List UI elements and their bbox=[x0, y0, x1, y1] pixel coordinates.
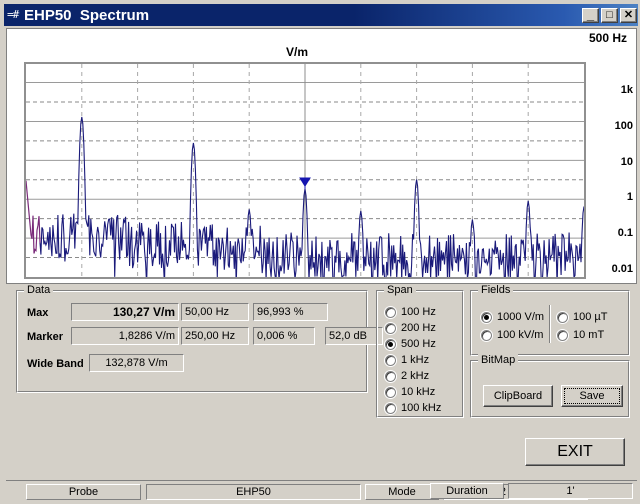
radio-icon bbox=[481, 329, 492, 341]
status-probe-label[interactable]: Probe bbox=[26, 484, 141, 500]
y-axis-tick: 1 bbox=[626, 191, 633, 204]
bitmap-group: BitMap ClipBoard Save bbox=[470, 354, 630, 418]
span-radio-label: 200 Hz bbox=[401, 322, 436, 334]
y-axis-tick: 0.1 bbox=[617, 227, 633, 240]
span-radio-500-hz[interactable]: 500 Hz bbox=[385, 338, 436, 350]
max-row-label: Max bbox=[27, 307, 49, 319]
chart-title: V/m bbox=[285, 45, 308, 59]
data-group-label: Data bbox=[24, 284, 54, 296]
fields-radio-10-mt[interactable]: 10 mT bbox=[557, 329, 604, 341]
radio-icon bbox=[385, 354, 396, 366]
radio-icon bbox=[385, 402, 396, 414]
max-frequency-field: 50,00 Hz bbox=[181, 303, 249, 321]
fields-radio-label: 10 mT bbox=[573, 329, 605, 341]
span-radio-1-khz[interactable]: 1 kHz bbox=[385, 354, 429, 366]
marker-value-field: 1,8286 V/m bbox=[71, 327, 179, 345]
y-axis-labels: 1k 100 10 1 0.1 0.01 bbox=[592, 62, 636, 279]
max-value-field: 130,27 V/m bbox=[71, 303, 179, 321]
spectrum-plot[interactable] bbox=[24, 62, 586, 279]
spectrum-chart-panel: 500 Hz V/m 1k 100 10 1 0.1 0.01 bbox=[6, 28, 637, 284]
marker-row-label: Marker bbox=[27, 331, 64, 343]
fields-radio-label: 100 µT bbox=[573, 311, 608, 323]
span-group-label: Span bbox=[384, 284, 416, 296]
data-group: Data Max 130,27 V/m 50,00 Hz 96,993 % Ma… bbox=[16, 284, 383, 393]
status-probe-value: EHP50 bbox=[146, 484, 361, 500]
span-radio-label: 1 kHz bbox=[401, 354, 430, 366]
bitmap-group-label: BitMap bbox=[478, 354, 519, 366]
y-axis-tick: 100 bbox=[614, 119, 633, 132]
fields-group: Fields 1000 V/m 100 kV/m 100 µT 10 mT bbox=[470, 284, 630, 356]
radio-icon bbox=[481, 311, 492, 323]
span-radio-200-hz[interactable]: 200 Hz bbox=[385, 322, 436, 334]
span-radio-label: 500 Hz bbox=[401, 338, 436, 350]
span-radio-100-khz[interactable]: 100 kHz bbox=[385, 402, 441, 414]
span-radio-100-hz[interactable]: 100 Hz bbox=[385, 306, 436, 318]
y-axis-tick: 10 bbox=[620, 155, 633, 168]
minimize-button[interactable]: _ bbox=[582, 7, 599, 23]
delta-db-field: 52,0 dB bbox=[325, 327, 383, 345]
radio-icon bbox=[385, 386, 396, 398]
y-axis-tick: 0.01 bbox=[611, 263, 633, 275]
save-focus-ring bbox=[564, 388, 620, 404]
span-radio-label: 100 kHz bbox=[401, 402, 442, 414]
wideband-row-label: Wide Band bbox=[27, 358, 84, 370]
fields-group-label: Fields bbox=[478, 284, 514, 296]
radio-icon bbox=[557, 311, 568, 323]
exit-button[interactable]: EXIT bbox=[525, 438, 625, 466]
radio-icon bbox=[557, 329, 568, 341]
status-duration-value: 1' bbox=[508, 483, 633, 499]
y-axis-tick: 1k bbox=[620, 84, 633, 96]
radio-icon bbox=[385, 306, 396, 318]
span-radio-label: 100 Hz bbox=[401, 306, 436, 318]
wideband-value-field: 132,878 V/m bbox=[89, 354, 184, 372]
radio-icon bbox=[385, 322, 396, 334]
save-button[interactable]: Save bbox=[561, 385, 623, 407]
span-group: Span 100 Hz 200 Hz 500 Hz 1 kHz 2 kHz 10 kHz 1… bbox=[376, 284, 464, 418]
marker-percent-field: 0,006 % bbox=[253, 327, 315, 345]
radio-icon bbox=[385, 338, 396, 350]
fields-radio-1000-v-m[interactable]: 1000 V/m bbox=[481, 311, 544, 323]
marker-frequency-field: 250,00 Hz bbox=[181, 327, 249, 345]
fields-radio-100-µt[interactable]: 100 µT bbox=[557, 311, 607, 323]
span-radio-label: 2 kHz bbox=[401, 370, 430, 382]
status-duration-label[interactable]: Duration bbox=[430, 483, 504, 499]
fields-radio-100-kv-m[interactable]: 100 kV/m bbox=[481, 329, 543, 341]
max-percent-field: 96,993 % bbox=[253, 303, 328, 321]
close-button[interactable]: ✕ bbox=[620, 7, 637, 23]
radio-icon bbox=[385, 370, 396, 382]
fields-divider bbox=[549, 305, 551, 343]
maximize-button[interactable]: □ bbox=[601, 7, 618, 23]
span-radio-10-khz[interactable]: 10 kHz bbox=[385, 386, 435, 398]
fields-radio-label: 1000 V/m bbox=[497, 311, 545, 323]
application-window: =# EHP50 Spectrum _ □ ✕ 500 Hz V/m 1k 100… bbox=[0, 0, 640, 504]
app-icon: =# bbox=[7, 7, 19, 21]
window-title: EHP50 Spectrum bbox=[24, 6, 150, 24]
clipboard-button[interactable]: ClipBoard bbox=[483, 385, 553, 407]
span-radio-2-khz[interactable]: 2 kHz bbox=[385, 370, 429, 382]
window-controls: _ □ ✕ bbox=[582, 7, 638, 23]
chart-span-label: 500 Hz bbox=[588, 31, 627, 45]
span-radio-label: 10 kHz bbox=[401, 386, 436, 398]
spectrum-trace-svg bbox=[26, 64, 584, 277]
status-mode-label[interactable]: Mode bbox=[365, 484, 439, 500]
fields-radio-label: 100 kV/m bbox=[497, 329, 544, 341]
title-bar: =# EHP50 Spectrum _ □ ✕ bbox=[4, 4, 638, 26]
